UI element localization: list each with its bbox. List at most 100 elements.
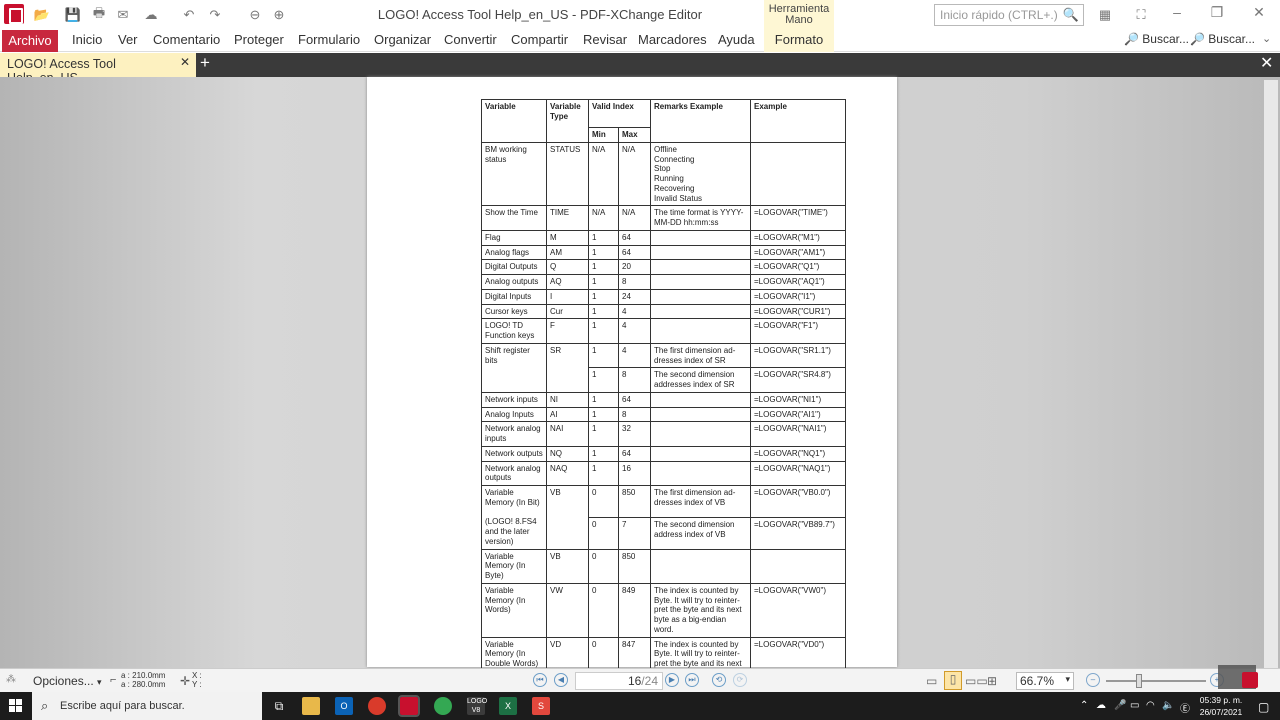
menu-compartir[interactable]: Compartir: [511, 30, 568, 50]
forward-icon[interactable]: ⊕: [268, 5, 290, 25]
onedrive-icon[interactable]: ☁: [1096, 700, 1106, 711]
facing-pages-icon[interactable]: ▭▭: [965, 674, 988, 688]
cell-min: 1: [588, 259, 619, 275]
menu-organizar[interactable]: Organizar: [374, 30, 431, 50]
language-icon[interactable]: Ⓔ: [1180, 700, 1190, 715]
excel-icon[interactable]: X: [499, 697, 517, 715]
options-menu[interactable]: Opciones... ▾: [33, 674, 102, 688]
cell-remarks: [650, 460, 751, 486]
app-logo-icon: [4, 4, 24, 24]
tab-document[interactable]: LOGO! Access Tool Help_en_US: [0, 53, 196, 85]
notifications-icon[interactable]: ▢: [1258, 700, 1269, 714]
redo-icon[interactable]: ↷: [204, 5, 226, 25]
previous-page-button[interactable]: ◀: [554, 673, 568, 687]
header-variable-type: Variable Type: [546, 99, 589, 143]
wifi-icon[interactable]: ◠: [1146, 700, 1155, 711]
cell-remarks: [650, 259, 751, 275]
pdf-xchange-taskbar-icon[interactable]: [398, 695, 420, 717]
network-icon[interactable]: ▭: [1130, 700, 1139, 711]
forward-view-button[interactable]: ⟳: [733, 673, 747, 687]
print-icon[interactable]: 🖶: [88, 5, 110, 25]
search-doc-icon: 🔎: [1190, 32, 1205, 46]
next-page-button[interactable]: ▶: [665, 673, 679, 687]
cell-type: TIME: [546, 205, 589, 231]
s-app-icon[interactable]: S: [532, 697, 550, 715]
email-icon[interactable]: ✉: [112, 5, 134, 25]
cell-example: =LOGOVAR("AQ1"): [750, 274, 846, 290]
zoom-slider[interactable]: [1106, 680, 1206, 682]
taskbar-clock[interactable]: 05:39 p. m. 26/07/2021: [1196, 694, 1246, 718]
task-view-icon[interactable]: ⧉: [270, 697, 288, 715]
menu-convertir[interactable]: Convertir: [444, 30, 497, 50]
clock-date: 26/07/2021: [1199, 707, 1243, 717]
page-number-input[interactable]: 16/24: [575, 672, 663, 690]
zoom-out-button[interactable]: –: [1086, 673, 1100, 687]
search-icon: 🔍: [1062, 7, 1079, 22]
layout-icon[interactable]: ▦: [1094, 5, 1116, 25]
pdf-tool-icon[interactable]: [1242, 672, 1258, 688]
table-row: Network inputs NI 1 64 =LOGOVAR("NI1"): [481, 391, 846, 408]
menu-archivo[interactable]: Archivo: [2, 30, 58, 52]
single-page-icon[interactable]: ▭: [926, 674, 937, 688]
chrome-icon[interactable]: [368, 697, 386, 715]
cell-example: =LOGOVAR("CUR1"): [750, 303, 846, 320]
zoom-level-select[interactable]: 66.7% ▾: [1016, 672, 1074, 690]
search-button[interactable]: 🔎 Buscar...: [1190, 32, 1255, 46]
taskbar-search-box[interactable]: ⌕ Escribe aquí para buscar.: [32, 692, 262, 720]
menu-revisar[interactable]: Revisar: [583, 30, 627, 50]
minimize-button[interactable]: –: [1162, 4, 1192, 26]
menu-inicio[interactable]: Inicio: [72, 30, 102, 50]
zoom-slider-thumb[interactable]: [1136, 674, 1142, 688]
table-row: Analog Inputs AI 1 8 =LOGOVAR("AI1"): [481, 406, 846, 423]
microphone-icon[interactable]: 🎤: [1114, 700, 1126, 711]
continuous-page-icon[interactable]: ▯: [944, 671, 962, 690]
quick-search-input[interactable]: Inicio rápido (CTRL+.) 🔍: [934, 4, 1084, 26]
close-document-icon[interactable]: ✕: [1260, 53, 1273, 73]
menu-marcadores[interactable]: Marcadores: [638, 30, 707, 50]
cell-remarks: [650, 445, 751, 462]
windows-start-icon[interactable]: [9, 699, 23, 713]
menu-formato[interactable]: Formato: [764, 30, 834, 52]
close-button[interactable]: ✕: [1244, 4, 1274, 26]
chrome-profile-icon[interactable]: [434, 697, 452, 715]
last-page-button[interactable]: ⏭: [685, 673, 699, 687]
back-view-button[interactable]: ⟲: [712, 673, 726, 687]
open-folder-icon[interactable]: 📂: [31, 5, 53, 25]
tab-close-icon[interactable]: ✕: [180, 55, 190, 69]
cell-variable: Cursor keys: [481, 303, 547, 320]
back-icon[interactable]: ⊖: [244, 5, 266, 25]
file-explorer-icon[interactable]: [302, 697, 320, 715]
fullscreen-icon[interactable]: ⛶: [1130, 5, 1152, 25]
outlook-icon[interactable]: O: [335, 697, 353, 715]
continuous-facing-icon[interactable]: ⊞: [987, 674, 997, 688]
cell-remarks: [650, 318, 751, 344]
cell-min: 1: [588, 421, 619, 447]
find-button[interactable]: 🔎 Buscar...: [1124, 32, 1189, 46]
cell-max: 8: [618, 367, 651, 393]
scan-icon[interactable]: ☁: [140, 5, 162, 25]
table-row: Shift register bits SR 1 4 The first dimensi…: [481, 342, 846, 393]
new-tab-icon[interactable]: +: [200, 53, 210, 73]
cell-remarks: [650, 406, 751, 423]
menu-formulario[interactable]: Formulario: [298, 30, 360, 50]
cell-max: 850: [618, 485, 651, 518]
volume-icon[interactable]: 🔈: [1162, 700, 1174, 711]
cell-max: 849: [618, 582, 651, 638]
menu-ayuda[interactable]: Ayuda: [718, 30, 755, 50]
save-icon[interactable]: 💾: [62, 5, 84, 25]
cell-max: 64: [618, 391, 651, 408]
vertical-scrollbar[interactable]: [1264, 80, 1278, 670]
show-hidden-icons[interactable]: ⌃: [1080, 700, 1088, 711]
menu-ver[interactable]: Ver: [118, 30, 138, 50]
logo-access-tool-icon[interactable]: LOGO V8: [467, 697, 487, 715]
cell-type: VB: [546, 485, 589, 550]
cell-variable: Analog outputs: [481, 274, 547, 290]
menu-proteger[interactable]: Proteger: [234, 30, 284, 50]
menu-comentario[interactable]: Comentario: [153, 30, 220, 50]
first-page-button[interactable]: ⏮: [533, 673, 547, 687]
chevron-down-icon[interactable]: ⌄: [1262, 32, 1271, 45]
undo-icon[interactable]: ↶: [178, 5, 200, 25]
cell-example: =LOGOVAR("NI1"): [750, 391, 846, 408]
contextual-tab-group-label: Herramienta Mano: [764, 0, 834, 30]
maximize-button[interactable]: ❐: [1202, 4, 1232, 26]
